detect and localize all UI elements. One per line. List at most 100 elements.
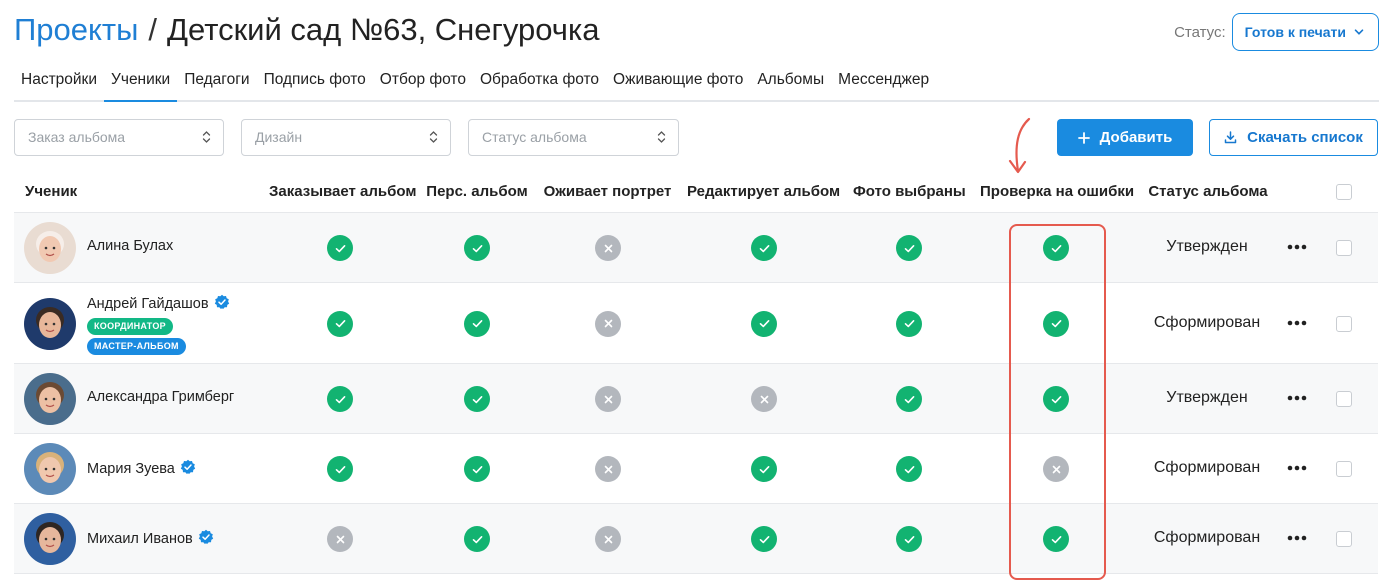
row-checkbox[interactable]: [1336, 315, 1352, 332]
row-checkbox[interactable]: [1336, 461, 1352, 477]
breadcrumb-projects-link[interactable]: Проекты: [14, 12, 138, 47]
column-animates-portrait: Оживает портрет: [543, 183, 672, 200]
sort-updown-icon: [657, 131, 666, 143]
download-list-button[interactable]: Скачать список: [1209, 119, 1378, 156]
cross-circle-icon: [751, 386, 777, 412]
check-circle-icon: [464, 456, 490, 482]
student-name[interactable]: Мария Зуева: [87, 459, 196, 479]
cross-circle-icon: [595, 386, 621, 412]
design-select[interactable]: Дизайн: [241, 119, 451, 156]
album-order-select[interactable]: Заказ альбома: [14, 119, 224, 156]
column-edits-album: Редактирует альбом: [687, 183, 841, 200]
add-button[interactable]: Добавить: [1057, 119, 1193, 156]
avatar: [24, 443, 76, 495]
student-name-text: Алина Булах: [87, 238, 174, 254]
check-circle-icon: [464, 310, 490, 337]
student-name[interactable]: Андрей Гайдашов: [87, 294, 230, 314]
check-circle-icon: [1043, 386, 1069, 412]
cross-circle-icon: [595, 310, 621, 337]
check-circle-icon: [327, 310, 353, 337]
row-checkbox[interactable]: [1336, 391, 1352, 407]
breadcrumb-separator: /: [148, 12, 158, 47]
album-status: Сформирован: [1153, 529, 1261, 546]
column-student: Ученик: [25, 183, 78, 200]
tab-4[interactable]: Отбор фото: [373, 62, 473, 100]
student-name[interactable]: Александра Гримберг: [87, 389, 234, 405]
table-row[interactable]: Андрей Гайдашов КООРДИНАТОР МАСТЕР-АЛЬБОМ С…: [14, 283, 1378, 364]
verified-icon: [180, 459, 196, 479]
check-circle-icon: [327, 235, 353, 261]
avatar: [24, 373, 76, 425]
album-status-placeholder: Статус альбома: [482, 129, 587, 145]
status-control: Статус: Готов к печати: [1174, 13, 1379, 51]
status-value: Готов к печати: [1244, 24, 1346, 40]
row-checkbox[interactable]: [1336, 240, 1352, 256]
page-title: Проекты / Детский сад №63, Снегурочка: [14, 10, 599, 50]
table-row[interactable]: Мария Зуева Сформирован: [14, 434, 1378, 504]
more-actions-icon[interactable]: [1285, 530, 1309, 541]
table-header: Ученик Заказывает альбом Перс. альбом Ож…: [14, 172, 1378, 213]
role-badge: КООРДИНАТОР: [87, 318, 173, 335]
tab-3[interactable]: Подпись фото: [257, 62, 373, 100]
verified-icon: [214, 294, 230, 314]
select-all-checkbox[interactable]: [1336, 184, 1352, 200]
student-name-text: Мария Зуева: [87, 461, 175, 477]
chevron-down-icon: [1354, 29, 1364, 35]
plus-icon: [1077, 131, 1090, 144]
tab-2[interactable]: Педагоги: [177, 62, 256, 100]
check-circle-icon: [896, 456, 922, 482]
avatar: [24, 297, 76, 350]
tab-0[interactable]: Настройки: [14, 62, 104, 100]
status-label: Статус:: [1174, 23, 1226, 41]
album-status: Утвержден: [1166, 389, 1248, 406]
column-orders-album: Заказывает альбом: [269, 183, 417, 200]
check-circle-icon: [751, 456, 777, 482]
annotation-arrow-icon: [1008, 117, 1031, 174]
add-button-label: Добавить: [1099, 129, 1173, 146]
verified-icon: [198, 529, 214, 549]
check-circle-icon: [327, 386, 353, 412]
check-circle-icon: [327, 456, 353, 482]
project-title: Детский сад №63, Снегурочка: [167, 12, 600, 47]
tab-1[interactable]: Ученики: [104, 62, 178, 102]
album-status: Сформирован: [1153, 313, 1261, 331]
check-circle-icon: [896, 386, 922, 412]
check-circle-icon: [896, 526, 922, 552]
more-actions-icon[interactable]: [1285, 390, 1309, 401]
cross-circle-icon: [595, 526, 621, 552]
album-order-placeholder: Заказ альбома: [28, 129, 126, 145]
more-actions-icon[interactable]: [1285, 239, 1309, 250]
album-status: Сформирован: [1153, 459, 1261, 476]
status-dropdown[interactable]: Готов к печати: [1231, 13, 1379, 51]
check-circle-icon: [464, 386, 490, 412]
student-name[interactable]: Михаил Иванов: [87, 529, 214, 549]
role-badge: МАСТЕР-АЛЬБОМ: [87, 338, 186, 355]
column-album-status: Статус альбома: [1148, 183, 1268, 200]
tab-6[interactable]: Оживающие фото: [606, 62, 750, 100]
tab-8[interactable]: Мессенджер: [831, 62, 936, 100]
check-circle-icon: [1043, 526, 1069, 552]
avatar: [24, 513, 76, 565]
table-row[interactable]: Александра Гримберг Утвержден: [14, 364, 1378, 434]
more-actions-icon[interactable]: [1285, 460, 1309, 471]
tab-bar: Настройки Ученики Педагоги Подпись фото Отбо…: [14, 62, 1379, 102]
album-status: Утвержден: [1166, 238, 1248, 255]
check-circle-icon: [464, 235, 490, 261]
more-actions-icon[interactable]: [1285, 315, 1309, 325]
student-name-text: Андрей Гайдашов: [87, 296, 209, 312]
tab-5[interactable]: Обработка фото: [473, 62, 606, 100]
sort-updown-icon: [202, 131, 211, 143]
table-row[interactable]: Алина Булах Утвержден: [14, 213, 1378, 283]
check-circle-icon: [896, 310, 922, 337]
check-circle-icon: [1043, 235, 1069, 261]
check-circle-icon: [751, 310, 777, 337]
tab-7[interactable]: Альбомы: [750, 62, 831, 100]
album-status-select[interactable]: Статус альбома: [468, 119, 679, 156]
row-checkbox[interactable]: [1336, 531, 1352, 547]
table-row[interactable]: Михаил Иванов Сформирован: [14, 504, 1378, 574]
student-name[interactable]: Алина Булах: [87, 238, 173, 254]
download-icon: [1224, 131, 1237, 144]
check-circle-icon: [751, 235, 777, 261]
design-placeholder: Дизайн: [255, 129, 303, 145]
check-circle-icon: [896, 235, 922, 261]
